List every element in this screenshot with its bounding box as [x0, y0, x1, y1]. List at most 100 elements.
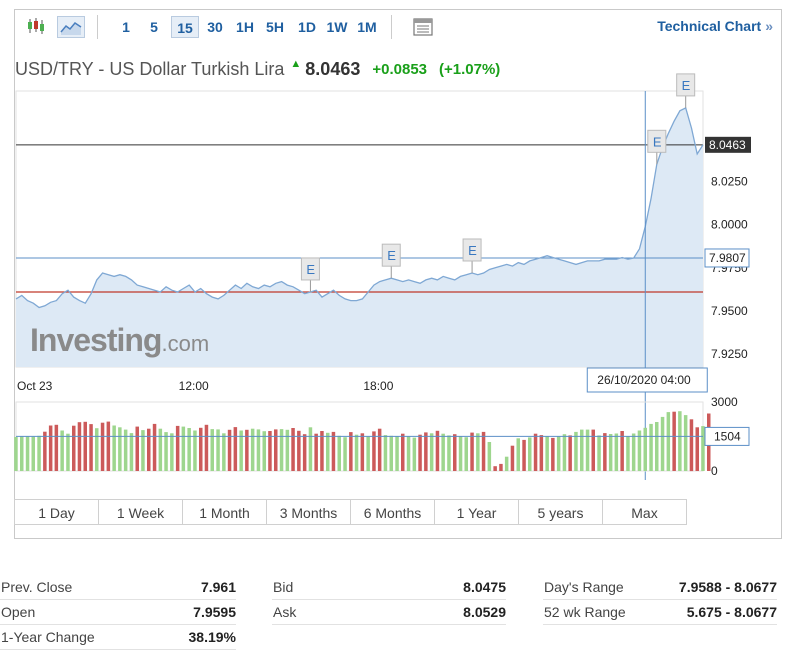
volume-bar — [701, 426, 705, 471]
volume-bar — [504, 456, 509, 471]
volume-bar — [326, 432, 330, 471]
volume-bar — [580, 429, 584, 471]
volume-bar — [655, 422, 659, 471]
volume-bar — [447, 435, 451, 471]
volume-bar — [222, 433, 226, 471]
volume-bar — [337, 435, 341, 471]
volume-bar — [678, 411, 682, 471]
volume-bar — [331, 431, 336, 471]
volume-bar — [666, 412, 671, 471]
volume-bar — [441, 433, 445, 471]
volume-bar — [100, 422, 105, 471]
volume-bar — [43, 431, 47, 471]
volume-bar — [643, 427, 647, 471]
crosshair-price-tag-label: 7.9807 — [709, 251, 746, 265]
volume-bar — [533, 433, 538, 471]
stat-row: Day's Range 7.9588 - 8.0677 — [543, 574, 777, 600]
volume-bar — [597, 435, 601, 471]
x-tick-label: 12:00 — [179, 379, 209, 393]
volume-bar — [233, 427, 238, 471]
volume-bar — [187, 428, 191, 471]
volume-bar — [551, 437, 555, 471]
stat-row: Bid 8.0475 — [272, 574, 506, 600]
volume-bar — [620, 431, 624, 471]
event-marker-label: E — [653, 134, 662, 149]
volume-bar — [158, 428, 163, 471]
volume-bar — [528, 437, 532, 471]
range-button-1-year[interactable]: 1 Year — [434, 499, 519, 525]
volume-bar — [476, 433, 480, 471]
volume-bar — [274, 429, 278, 471]
volume-bar — [383, 435, 388, 471]
volume-bar — [250, 428, 255, 471]
volume-bar — [608, 434, 613, 471]
volume-bar — [31, 436, 35, 471]
volume-bar — [343, 437, 347, 471]
volume-bar — [175, 425, 180, 471]
volume-bar — [389, 435, 393, 471]
volume-bar — [123, 429, 128, 471]
volume-bar — [649, 423, 653, 471]
volume-bar — [147, 428, 151, 471]
volume-bar — [412, 437, 417, 471]
range-button-max[interactable]: Max — [602, 499, 687, 525]
volume-bar — [106, 421, 111, 471]
volume-bar — [695, 427, 699, 471]
volume-bar — [268, 431, 272, 471]
stat-value: 7.9588 - 8.0677 — [678, 579, 777, 595]
stat-value: 5.675 - 8.0677 — [686, 604, 777, 620]
volume-crosshair-tag-label: 1504 — [714, 429, 741, 443]
stat-label: 1-Year Change — [1, 629, 95, 645]
stat-row: Prev. Close 7.961 — [0, 574, 236, 600]
volume-bar — [539, 435, 544, 471]
range-button-5-years[interactable]: 5 years — [518, 499, 603, 525]
volume-bar — [660, 416, 665, 471]
x-tick-label: Oct 23 — [17, 379, 53, 393]
volume-bar — [453, 434, 457, 471]
volume-bar — [314, 433, 318, 471]
volume-bar — [25, 436, 30, 471]
volume-bar — [37, 435, 41, 471]
volume-bar — [48, 425, 53, 471]
volume-bar — [360, 433, 365, 471]
volume-bar — [556, 436, 561, 471]
volume-bar — [574, 431, 578, 471]
volume-bar — [112, 425, 116, 471]
range-button-1-month[interactable]: 1 Month — [182, 499, 267, 525]
volume-bar — [522, 439, 526, 471]
volume-bar — [568, 435, 572, 471]
volume-bar — [372, 431, 376, 471]
volume-bar — [585, 429, 590, 471]
range-button-3-months[interactable]: 3 Months — [266, 499, 351, 525]
volume-bar — [83, 421, 87, 471]
price-volume-chart[interactable]: 8.02508.00007.97507.95007.92508.04637.98… — [0, 0, 794, 500]
volume-bar — [95, 428, 99, 471]
volume-bar — [181, 426, 186, 471]
volume-bar — [418, 434, 422, 471]
volume-bar — [291, 428, 295, 471]
volume-bar — [308, 427, 313, 471]
range-button-6-months[interactable]: 6 Months — [350, 499, 435, 525]
price-y-tick-label: 8.0250 — [711, 175, 748, 189]
logo-text: Investing — [30, 322, 162, 358]
volume-bar — [401, 433, 405, 471]
volume-bar — [493, 466, 497, 471]
volume-bar — [20, 436, 24, 471]
volume-bar — [499, 463, 503, 471]
volume-bar — [54, 424, 59, 471]
range-button-1-week[interactable]: 1 Week — [98, 499, 183, 525]
volume-bar — [14, 437, 18, 471]
volume-bar — [406, 436, 411, 471]
stat-row: Ask 8.0529 — [272, 599, 506, 625]
x-tick-label: 18:00 — [363, 379, 393, 393]
stat-value: 7.961 — [200, 579, 236, 595]
stat-label: Day's Range — [544, 579, 624, 595]
volume-bar — [487, 442, 492, 471]
volume-bar — [510, 445, 515, 471]
volume-bar — [689, 419, 694, 472]
range-button-1-day[interactable]: 1 Day — [14, 499, 99, 525]
volume-bar — [72, 425, 76, 471]
volume-bar — [129, 433, 134, 471]
stat-value: 7.9595 — [193, 604, 236, 620]
volume-bar — [626, 436, 630, 471]
